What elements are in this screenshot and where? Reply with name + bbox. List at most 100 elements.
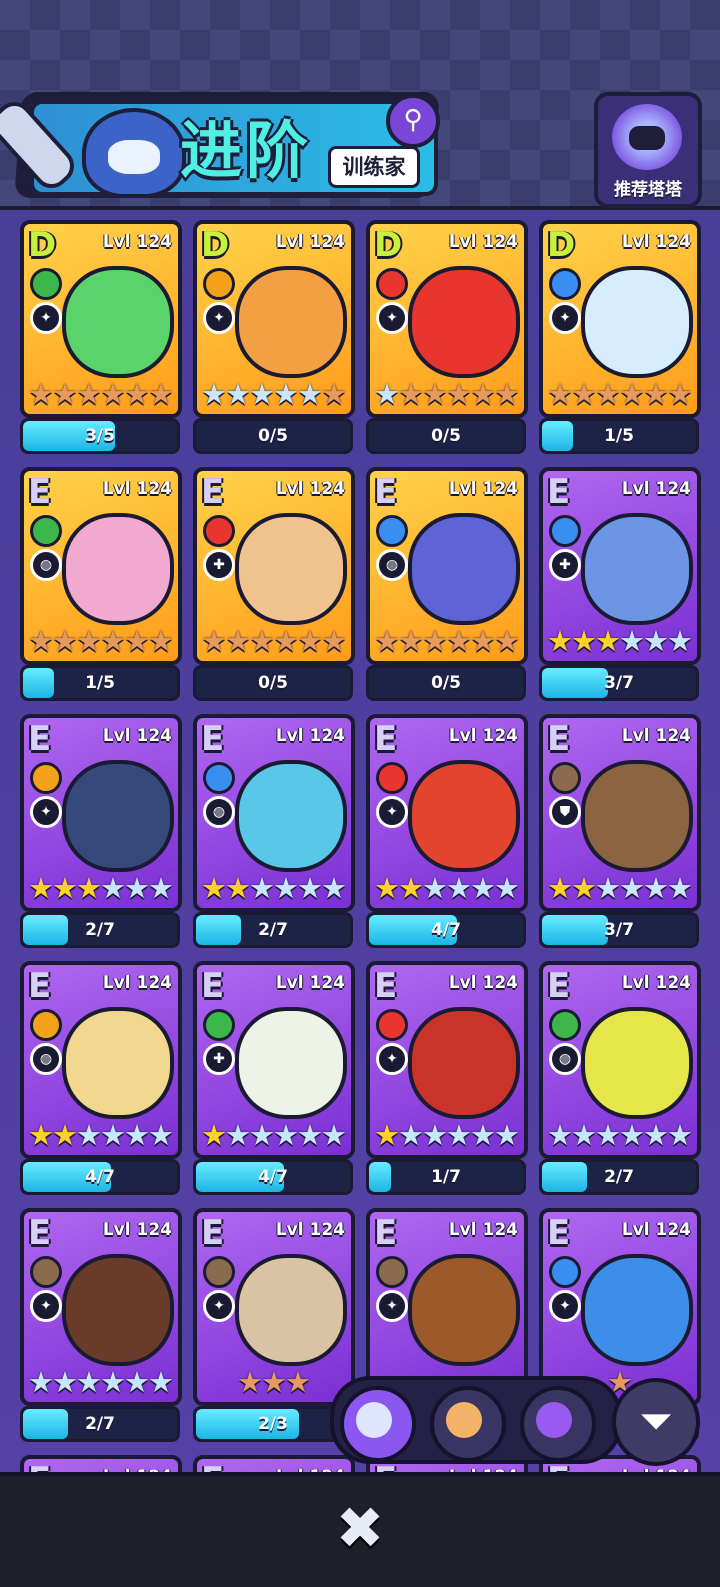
trainer-card[interactable]: E Lvl 124 ✦ ★ ★ ★ <box>193 1208 355 1406</box>
progress-bar: 2/7 <box>539 1159 699 1195</box>
progress-label: 2/7 <box>85 1414 115 1434</box>
star-icon: ★ <box>595 377 621 411</box>
progress-label: 2/3 <box>258 1414 288 1434</box>
trainer-card[interactable]: E Lvl 124 ✦ ★ ★ ★ ★ ★ ★ <box>366 714 528 912</box>
star-icon: ★ <box>28 1365 54 1399</box>
leaf-icon <box>203 1009 235 1041</box>
cat-face-icon <box>356 1402 392 1438</box>
grade-letter: E <box>28 966 52 1006</box>
star-icon: ★ <box>124 377 150 411</box>
star-icon: ★ <box>643 871 669 905</box>
trainer-card[interactable]: D Lvl 124 ✦ ★ ★ ★ ★ ★ ★ <box>366 220 528 418</box>
star-icon: ★ <box>422 1118 448 1152</box>
star-icon: ★ <box>374 377 400 411</box>
star-icon: ★ <box>643 1118 669 1152</box>
star-icon: ★ <box>249 1118 275 1152</box>
grade-letter: E <box>201 719 225 759</box>
star-icon: ★ <box>643 377 669 411</box>
progress-label: 0/5 <box>258 673 288 693</box>
level-label: Lvl 124 <box>275 479 345 499</box>
level-label: Lvl 124 <box>448 479 518 499</box>
bread-food-tab[interactable] <box>430 1386 506 1462</box>
earth-icon <box>30 1256 62 1288</box>
trainer-card[interactable]: ELvl 124 <box>193 1455 355 1472</box>
star-icon: ★ <box>470 1118 496 1152</box>
progress-bar: 0/5 <box>193 418 353 454</box>
leaf-icon <box>30 268 62 300</box>
trainer-card[interactable]: E Lvl 124 ✚ ★ ★ ★ ★ ★ ★ <box>193 961 355 1159</box>
trainer-card[interactable]: E Lvl 124 ✚ ★ ★ ★ ★ ★ ★ <box>539 467 701 665</box>
earth-icon <box>549 762 581 794</box>
trainer-card[interactable]: ELvl 124 <box>20 1455 182 1472</box>
trainer-card[interactable]: E Lvl 124 ◍ ★ ★ ★ ★ ★ ★ <box>20 961 182 1159</box>
trainer-card[interactable]: E Lvl 124 ✦ ★ ★ ★ ★ ★ ★ <box>366 961 528 1159</box>
progress-bar: 1/5 <box>539 418 699 454</box>
recommend-button[interactable]: 推荐塔塔 <box>594 92 702 208</box>
level-label: Lvl 124 <box>102 479 172 499</box>
progress-bar: 1/7 <box>366 1159 526 1195</box>
trainer-card[interactable]: E Lvl 124 ◍ ★ ★ ★ ★ ★ ★ <box>193 714 355 912</box>
filter-icon[interactable]: ⏷ <box>612 1378 700 1466</box>
star-icon: ★ <box>667 624 693 658</box>
trainer-card[interactable]: E Lvl 124 ✦ ★ ★ ★ ★ ★ ★ <box>20 714 182 912</box>
star-icon: ★ <box>398 624 424 658</box>
star-cat-icon <box>536 1402 572 1438</box>
level-label: Lvl 124 <box>275 232 345 252</box>
recommend-label: 推荐塔塔 <box>614 180 682 200</box>
star-icon: ★ <box>297 624 323 658</box>
purple-star-tab[interactable] <box>520 1386 596 1462</box>
close-icon[interactable]: ✖ <box>332 1499 388 1557</box>
level-label: Lvl 124 <box>275 1220 345 1240</box>
trainer-card[interactable]: D Lvl 124 ✦ ★ ★ ★ ★ ★ ★ <box>20 220 182 418</box>
star-icon: ★ <box>52 377 78 411</box>
star-icon: ★ <box>237 1365 263 1399</box>
star-icon: ★ <box>285 1365 311 1399</box>
trainer-card[interactable]: E Lvl 124 ◍ ★ ★ ★ ★ ★ ★ <box>366 467 528 665</box>
trainer-card[interactable]: D Lvl 124 ✦ ★ ★ ★ ★ ★ ★ <box>539 220 701 418</box>
trainer-card[interactable]: D Lvl 124 ✦ ★ ★ ★ ★ ★ ★ <box>193 220 355 418</box>
star-icon: ★ <box>494 624 520 658</box>
star-icon: ★ <box>595 871 621 905</box>
creature-portrait <box>235 1007 347 1119</box>
cat-mascot-tab[interactable] <box>340 1386 416 1462</box>
trainer-card[interactable]: E Lvl 124 ⛊ ★ ★ ★ ★ ★ ★ <box>539 714 701 912</box>
grade-letter: E <box>374 719 398 759</box>
star-icon: ★ <box>273 1118 299 1152</box>
search-icon[interactable]: ⚲ <box>386 94 440 148</box>
star-icon: ★ <box>547 377 573 411</box>
star-icon: ★ <box>446 1118 472 1152</box>
star-icon: ★ <box>494 1118 520 1152</box>
star-rating: ★ ★ ★ ★ ★ ★ <box>372 1119 522 1151</box>
support-icon: ◍ <box>203 796 235 828</box>
trainer-card[interactable]: E Lvl 124 ✚ ★ ★ ★ ★ ★ ★ <box>193 467 355 665</box>
level-label: Lvl 124 <box>621 973 691 993</box>
attack-icon: ✦ <box>30 796 62 828</box>
star-rating: ★ ★ ★ ★ ★ ★ <box>372 378 522 410</box>
level-label: Lvl 124 <box>448 1220 518 1240</box>
water-icon <box>203 762 235 794</box>
trainer-grid: D Lvl 124 ✦ ★ ★ ★ ★ ★ ★ 3/5 D Lvl 124 ✦ ★ ★ ★ ★ ★ ★ 0/5 D Lvl… <box>0 210 720 1472</box>
creature-portrait <box>235 1254 347 1366</box>
grade-letter: D <box>201 225 230 265</box>
grade-letter: E <box>28 1213 52 1253</box>
creature-portrait <box>235 266 347 378</box>
star-icon: ★ <box>547 1118 573 1152</box>
level-label: Lvl 124 <box>621 726 691 746</box>
attack-icon: ✦ <box>376 1290 408 1322</box>
star-icon: ★ <box>446 377 472 411</box>
progress-label: 0/5 <box>431 426 461 446</box>
trainer-card[interactable]: E Lvl 124 ✦ ★ ★ ★ ★ ★ ★ <box>20 1208 182 1406</box>
creature-portrait <box>62 1007 174 1119</box>
level-label: Lvl 124 <box>448 973 518 993</box>
star-icon: ★ <box>201 1118 227 1152</box>
star-icon: ★ <box>201 624 227 658</box>
star-icon: ★ <box>619 377 645 411</box>
star-icon: ★ <box>321 1118 347 1152</box>
grade-letter: E <box>374 472 398 512</box>
progress-bar: 3/5 <box>20 418 180 454</box>
star-icon: ★ <box>273 624 299 658</box>
trainer-card[interactable]: E Lvl 124 ◍ ★ ★ ★ ★ ★ ★ <box>20 467 182 665</box>
star-icon: ★ <box>470 377 496 411</box>
trainer-card[interactable]: E Lvl 124 ◍ ★ ★ ★ ★ ★ ★ <box>539 961 701 1159</box>
level-label: Lvl 124 <box>102 232 172 252</box>
